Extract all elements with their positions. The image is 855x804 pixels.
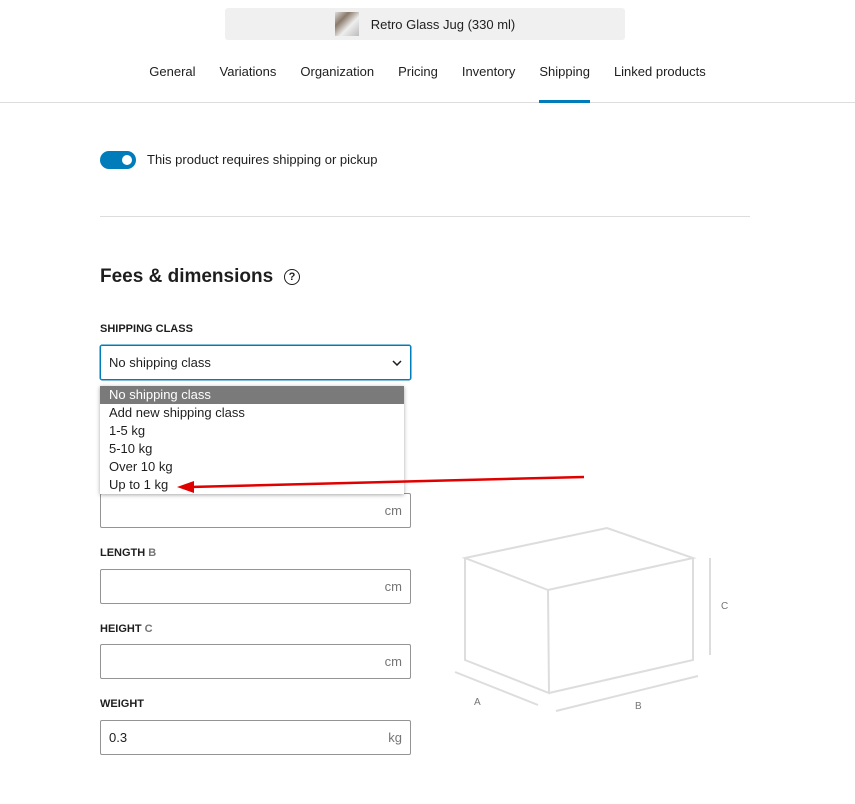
- annotation-arrow: [177, 475, 585, 493]
- dimension-label-b: B: [635, 701, 642, 712]
- box-outline: [454, 526, 711, 712]
- box-dimensions-diagram: A B C: [177, 475, 728, 712]
- dimension-label-a: A: [474, 697, 481, 708]
- dimension-label-c: C: [721, 601, 728, 612]
- dimension-line-a: [454, 671, 539, 706]
- dimension-line-b: [555, 675, 699, 712]
